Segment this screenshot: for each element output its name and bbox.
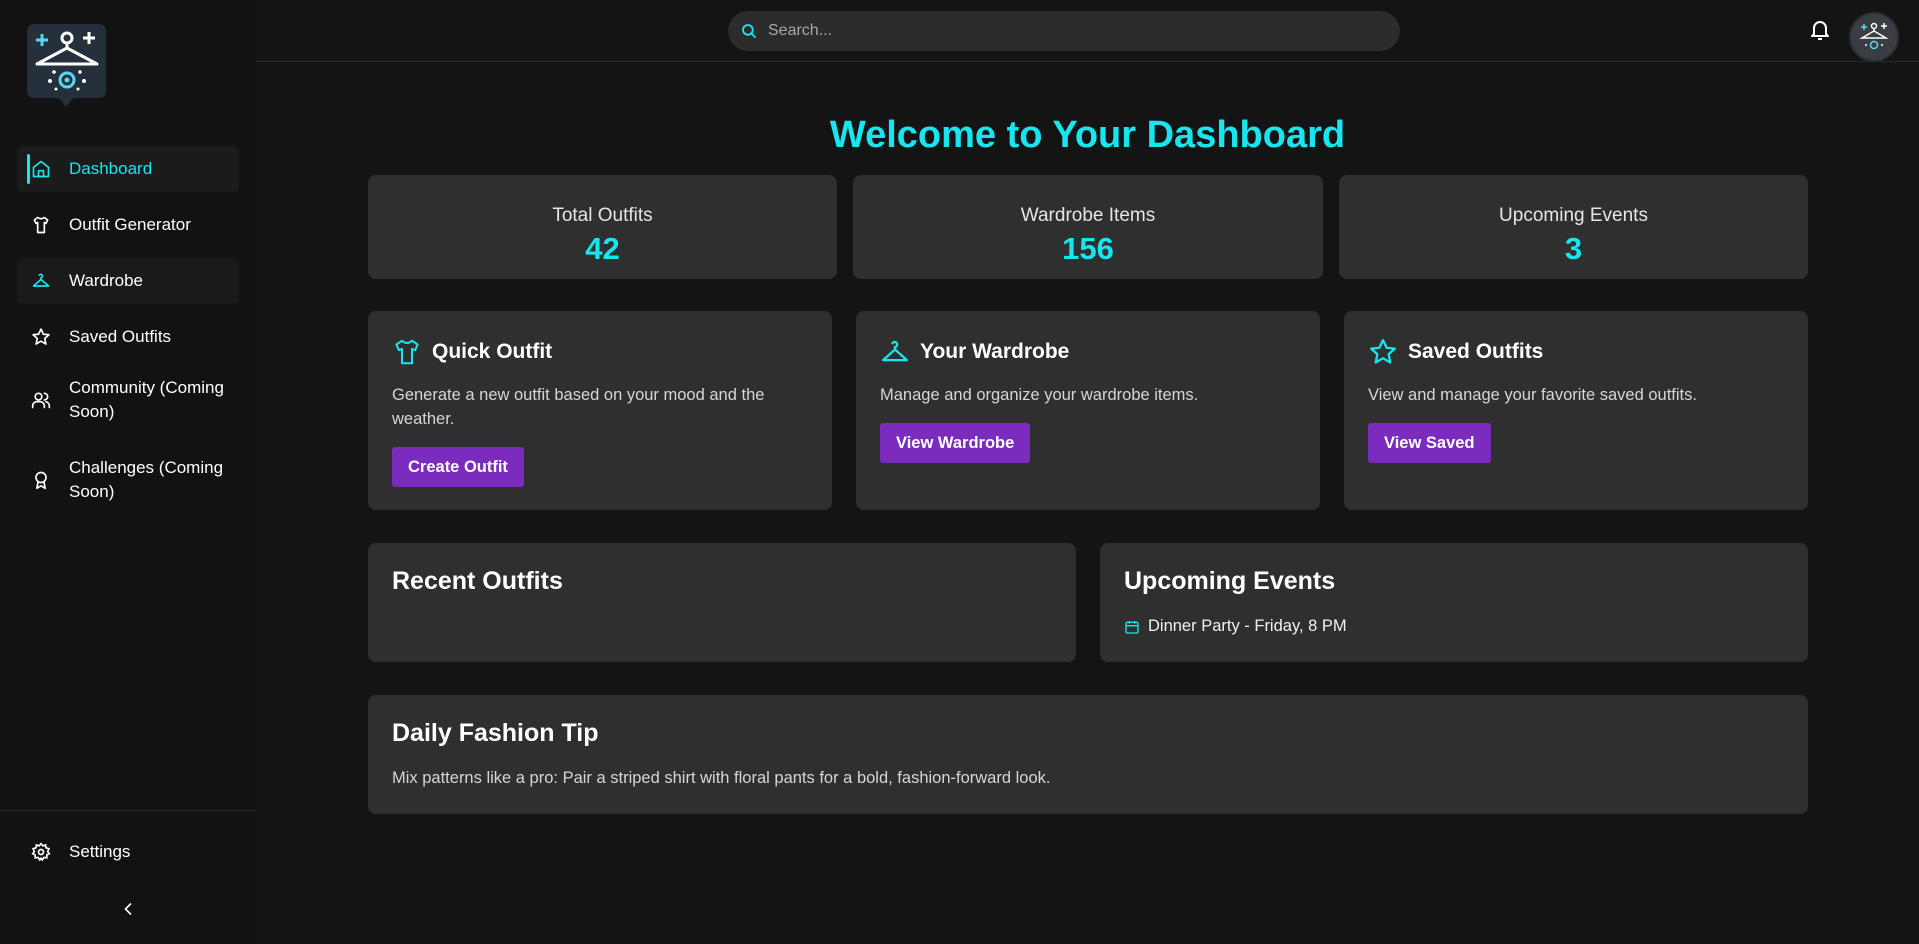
- sidebar-item-label: Outfit Generator: [69, 215, 191, 234]
- card-header: Quick Outfit: [392, 337, 552, 367]
- sidebar-nav: Dashboard Outfit Generator Wardrobe Save…: [17, 146, 239, 530]
- avatar[interactable]: [1849, 12, 1899, 62]
- sidebar-item-label: Challenges (Coming Soon): [69, 458, 224, 501]
- stat-value: 3: [1564, 231, 1583, 266]
- sidebar-item-outfit-generator[interactable]: Outfit Generator: [17, 202, 239, 248]
- chevron-left-icon: [124, 903, 132, 915]
- shirt-icon: [33, 216, 49, 234]
- home-icon: [32, 160, 50, 178]
- star-icon: [32, 328, 50, 345]
- view-wardrobe-button[interactable]: View Wardrobe: [880, 423, 1031, 463]
- sidebar: Dashboard Outfit Generator Wardrobe Save…: [0, 0, 256, 944]
- bell-icon: [1811, 21, 1829, 40]
- active-indicator: [27, 154, 30, 184]
- search-input[interactable]: [768, 22, 1368, 40]
- stat-card-wardrobe-items: Wardrobe Items 156: [853, 175, 1323, 279]
- sidebar-item-settings[interactable]: Settings: [17, 829, 239, 875]
- stat-label: Total Outfits: [552, 205, 653, 226]
- panel-title: Recent Outfits: [392, 567, 563, 595]
- search-bar[interactable]: [728, 11, 1400, 51]
- calendar-icon: [1125, 620, 1139, 634]
- hanger-icon: [32, 273, 50, 287]
- card-header: Your Wardrobe: [880, 337, 1069, 367]
- tip-text: Mix patterns like a pro: Pair a striped …: [392, 769, 1051, 787]
- panel-title: Daily Fashion Tip: [392, 719, 599, 747]
- star-icon: [1370, 339, 1396, 364]
- stat-card-total-outfits: Total Outfits 42: [368, 175, 837, 279]
- app-root: Dashboard Outfit Generator Wardrobe Save…: [0, 0, 1919, 944]
- sidebar-item-challenges[interactable]: Challenges (Coming Soon): [17, 450, 239, 510]
- sidebar-item-saved-outfits[interactable]: Saved Outfits: [17, 314, 239, 360]
- card-title: Quick Outfit: [432, 340, 553, 363]
- view-saved-button[interactable]: View Saved: [1368, 423, 1491, 463]
- page-title: Welcome to Your Dashboard: [829, 114, 1346, 156]
- daily-fashion-tip-panel: Daily Fashion Tip Mix patterns like a pr…: [368, 695, 1808, 814]
- gear-icon: [31, 842, 51, 862]
- sidebar-item-label: Wardrobe: [69, 271, 144, 290]
- card-description: View and manage your favorite saved outf…: [1368, 386, 1697, 404]
- shirt-icon: [395, 339, 419, 365]
- saved-outfits-card: Saved Outfits View and manage your favor…: [1344, 311, 1808, 510]
- event-text: Dinner Party - Friday, 8 PM: [1148, 617, 1347, 635]
- sidebar-item-label: Dashboard: [69, 159, 153, 178]
- app-logo[interactable]: [27, 24, 106, 107]
- stat-card-upcoming-events: Upcoming Events 3: [1339, 175, 1808, 279]
- notifications-button[interactable]: [1808, 18, 1832, 42]
- sidebar-divider: [0, 810, 256, 811]
- stat-value: 42: [585, 231, 620, 266]
- quick-outfit-card: Quick Outfit Generate a new outfit based…: [368, 311, 832, 510]
- card-title: Your Wardrobe: [920, 340, 1070, 363]
- collapse-sidebar-button[interactable]: [118, 899, 138, 919]
- sidebar-item-label: Community (Coming Soon): [69, 378, 224, 421]
- card-title: Saved Outfits: [1408, 340, 1544, 363]
- panel-title: Upcoming Events: [1124, 567, 1336, 595]
- hanger-icon: [882, 340, 908, 362]
- stat-label: Upcoming Events: [1499, 205, 1648, 226]
- card-header: Saved Outfits: [1368, 337, 1543, 367]
- card-description: Generate a new outfit based on your mood…: [392, 386, 765, 428]
- event-item[interactable]: Dinner Party - Friday, 8 PM: [1124, 617, 1347, 636]
- sidebar-item-dashboard[interactable]: Dashboard: [17, 146, 239, 192]
- sidebar-item-label: Saved Outfits: [69, 327, 172, 346]
- search-icon: [742, 24, 756, 38]
- award-icon: [35, 471, 47, 490]
- card-description: Manage and organize your wardrobe items.: [880, 386, 1199, 404]
- recent-outfits-panel: Recent Outfits: [368, 543, 1076, 662]
- create-outfit-button[interactable]: Create Outfit: [392, 447, 524, 487]
- sidebar-item-wardrobe[interactable]: Wardrobe: [17, 258, 239, 304]
- stat-value: 156: [1062, 231, 1114, 266]
- upcoming-events-panel: Upcoming Events Dinner Party - Friday, 8…: [1100, 543, 1808, 662]
- your-wardrobe-card: Your Wardrobe Manage and organize your w…: [856, 311, 1320, 510]
- sidebar-item-community[interactable]: Community (Coming Soon): [17, 370, 239, 430]
- stat-label: Wardrobe Items: [1020, 205, 1156, 226]
- avatar-logo-icon: [1859, 22, 1889, 50]
- top-bar: [256, 0, 1919, 62]
- users-icon: [31, 392, 51, 409]
- settings-label: Settings: [69, 842, 131, 861]
